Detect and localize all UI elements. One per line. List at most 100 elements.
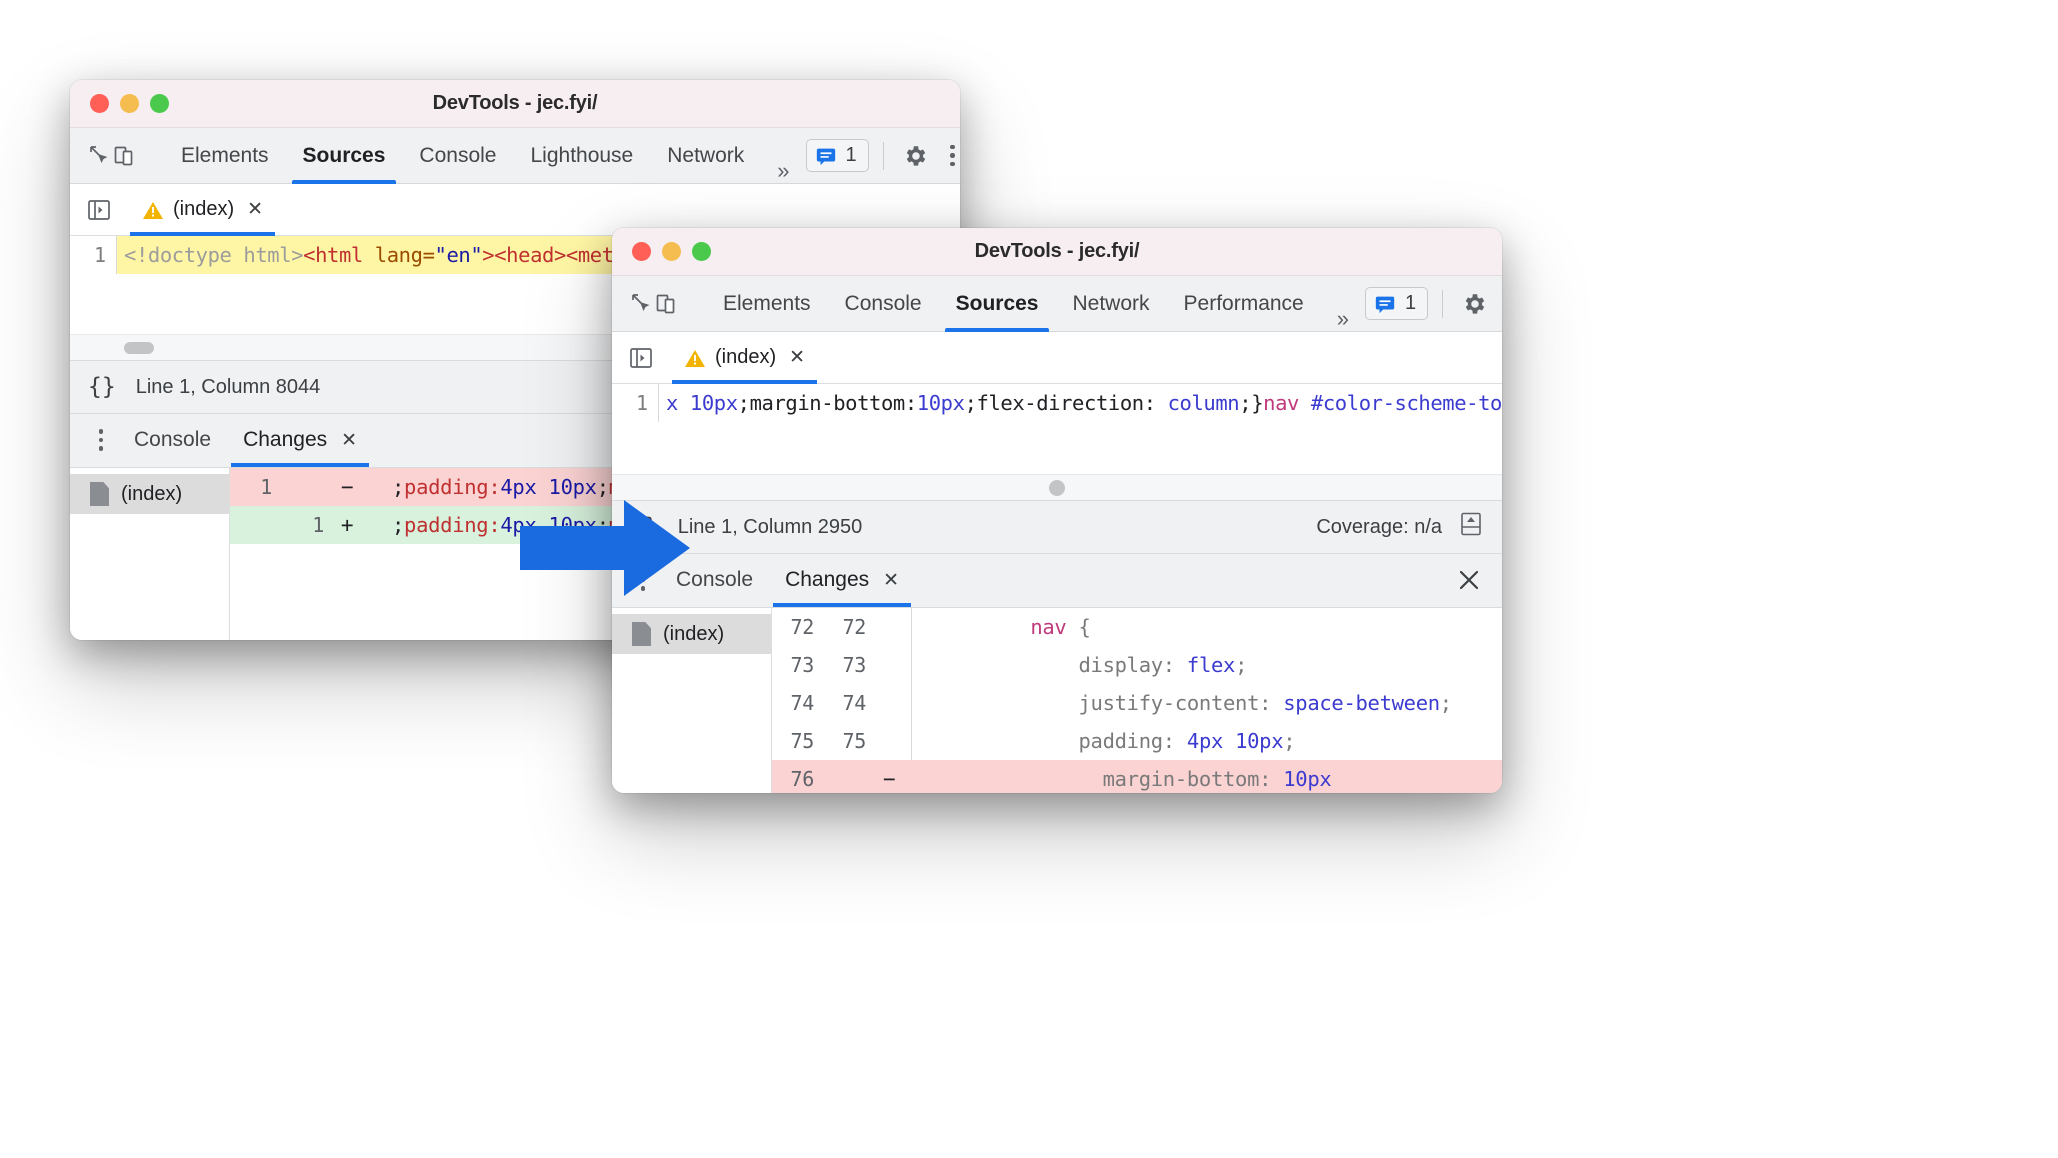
tab-console[interactable]: Console <box>828 276 939 332</box>
code-token: lang= <box>374 243 435 267</box>
tab-sources[interactable]: Sources <box>939 276 1056 332</box>
editor-hscrollbar-thumb[interactable] <box>124 341 154 354</box>
code-token: padding: <box>404 513 501 537</box>
message-count: 1 <box>1404 292 1417 314</box>
tab-elements[interactable]: Elements <box>164 128 286 184</box>
inspect-cursor-icon[interactable] <box>630 287 654 321</box>
device-toolbar-icon[interactable] <box>654 287 678 321</box>
line-number: 1 <box>635 391 648 415</box>
show-drawer-icon[interactable] <box>1458 511 1484 543</box>
tab-performance[interactable]: Performance <box>1167 276 1321 332</box>
drawer-tab-changes-label: Changes <box>785 568 870 591</box>
diff-sign: + <box>340 513 354 537</box>
diff-row: 76 − margin-bottom: 10px <box>772 760 1502 793</box>
file-tab-index[interactable]: (index) ✕ <box>130 184 276 236</box>
file-tab-index[interactable]: (index) ✕ <box>672 332 818 384</box>
back-traffic-lights[interactable] <box>70 94 169 113</box>
close-icon[interactable]: ✕ <box>247 198 263 221</box>
code-token: space-between <box>1283 691 1440 715</box>
front-code-editor[interactable]: 1 x 10px;margin-bottom:10px;flex-directi… <box>612 384 1502 474</box>
kebab-menu-icon[interactable] <box>1495 287 1502 321</box>
code-token: flex <box>1186 653 1236 677</box>
tab-network[interactable]: Network <box>1055 276 1166 332</box>
close-window-button[interactable] <box>90 94 109 113</box>
minimize-window-button[interactable] <box>662 242 681 261</box>
code-token: ; <box>392 475 405 499</box>
front-panel-tabs: Elements Console Sources Network Perform… <box>706 276 1365 332</box>
code-token: padding: <box>1078 729 1187 753</box>
minimize-window-button[interactable] <box>120 94 139 113</box>
maximize-window-button[interactable] <box>150 94 169 113</box>
front-editor-statusbar: {} Line 1, Column 2950 Coverage: n/a <box>612 500 1502 554</box>
diff-old-line-number: 74 <box>790 691 815 715</box>
list-item[interactable]: (index) <box>70 474 229 514</box>
device-toolbar-icon[interactable] <box>112 139 136 173</box>
front-diff-view[interactable]: 72 72 nav {73 73 display: flex; 74 74 justif… <box>772 608 1502 793</box>
close-drawer-icon[interactable] <box>1456 553 1502 607</box>
console-messages-badge[interactable]: 1 <box>1364 287 1429 320</box>
diff-old-line-number: 72 <box>790 615 815 639</box>
close-icon[interactable]: ✕ <box>341 429 357 452</box>
tab-elements[interactable]: Elements <box>706 276 828 332</box>
back-panel-tabs: Elements Sources Console Lighthouse Netw… <box>164 128 806 184</box>
kebab-menu-icon[interactable] <box>936 139 960 173</box>
diff-sign <box>866 684 912 722</box>
inspect-cursor-icon[interactable] <box>88 139 112 173</box>
gear-icon[interactable] <box>1457 287 1491 321</box>
close-icon[interactable]: ✕ <box>789 346 805 369</box>
cursor-position: Line 1, Column 8044 <box>135 375 321 398</box>
diff-sign <box>866 722 912 760</box>
code-token: nav <box>1263 391 1299 415</box>
close-icon[interactable]: ✕ <box>883 569 899 592</box>
editor-hscrollbar[interactable] <box>612 474 1502 500</box>
tab-sources[interactable]: Sources <box>286 128 403 184</box>
drawer-tab-changes-label: Changes <box>243 428 328 451</box>
code-token: x 10px <box>666 391 738 415</box>
code-token: display: <box>1078 653 1187 677</box>
diff-sign <box>866 608 912 646</box>
back-window-titlebar[interactable]: DevTools - jec.fyi/ <box>70 80 960 128</box>
more-tabs-chevron-icon[interactable]: » <box>1321 306 1365 332</box>
front-window-title: DevTools - jec.fyi/ <box>974 240 1140 262</box>
code-token: html> <box>243 243 304 267</box>
drawer-tab-changes[interactable]: Changes ✕ <box>227 413 373 467</box>
file-icon <box>632 622 651 646</box>
code-token: column <box>1167 391 1240 415</box>
front-toolbar-right: 1 <box>1364 287 1502 321</box>
tab-console[interactable]: Console <box>402 128 513 184</box>
message-count: 1 <box>845 144 857 166</box>
show-navigator-icon[interactable] <box>84 196 114 224</box>
statusbar-right: Coverage: n/a <box>1316 511 1484 543</box>
tab-lighthouse[interactable]: Lighthouse <box>513 128 650 184</box>
gear-icon[interactable] <box>898 139 932 173</box>
show-navigator-icon[interactable] <box>626 344 656 372</box>
tab-network[interactable]: Network <box>650 128 761 184</box>
code-token: #color-scheme-toggle <box>1310 391 1502 415</box>
code-line-1[interactable]: x 10px;margin-bottom:10px;flex-direction… <box>658 384 1502 422</box>
diff-new-line-number: 74 <box>842 691 867 715</box>
console-messages-badge[interactable]: 1 <box>805 139 869 172</box>
editor-hscrollbar-thumb[interactable] <box>1049 479 1065 496</box>
back-toolbar-right: 1 <box>805 139 960 173</box>
file-tab-label: (index) <box>715 346 777 368</box>
coverage-label: Coverage: n/a <box>1316 515 1442 538</box>
maximize-window-button[interactable] <box>692 242 711 261</box>
drawer-tab-console[interactable]: Console <box>118 413 227 467</box>
front-traffic-lights[interactable] <box>612 242 711 261</box>
drawer-tab-changes[interactable]: Changes ✕ <box>769 553 915 607</box>
diff-code-text: justify-content: space-between; <box>912 691 1502 715</box>
more-tabs-chevron-icon[interactable]: » <box>761 158 805 184</box>
drawer-kebab-menu-icon[interactable] <box>84 413 118 467</box>
code-token: ; <box>1283 729 1296 753</box>
diff-sign: − <box>340 475 354 499</box>
front-window-titlebar[interactable]: DevTools - jec.fyi/ <box>612 228 1502 276</box>
cursor-position: Line 1, Column 2950 <box>677 515 863 538</box>
devtools-window-front[interactable]: DevTools - jec.fyi/ Elements Console Sou… <box>612 228 1502 793</box>
front-drawer-tabstrip: Console Changes ✕ <box>612 554 1502 608</box>
back-window-title: DevTools - jec.fyi/ <box>432 92 598 114</box>
pretty-print-icon[interactable]: {} <box>88 374 116 400</box>
close-window-button[interactable] <box>632 242 651 261</box>
toolbar-divider-2 <box>1442 289 1444 318</box>
list-item[interactable]: (index) <box>612 614 771 654</box>
